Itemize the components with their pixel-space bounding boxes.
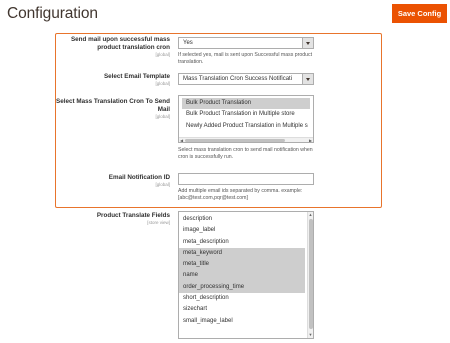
email-notification-label: Email Notification ID [global] [52,174,170,188]
translate-field-option[interactable]: name [179,270,305,282]
translate-field-option[interactable]: meta_keyword [179,247,305,260]
send-mail-label-text: Send mail upon successful mass product t… [70,36,170,51]
send-mail-select[interactable]: Yes [178,37,314,49]
page-title: Configuration [7,5,98,22]
cron-option[interactable]: Newly Added Product Translation in Multi… [182,121,310,132]
horizontal-scrollbar[interactable]: ◀ ▶ [179,137,313,142]
send-mail-scope: [global] [155,52,170,57]
translate-field-option[interactable]: order_processing_time [179,281,305,294]
scrollbar-thumb[interactable] [185,139,285,142]
translate-field-option[interactable]: image_label [179,225,305,236]
email-notification-note: Add multiple email ids separated by comm… [178,188,303,201]
translate-fields-multiselect[interactable]: description image_label meta_description… [178,211,314,339]
cron-select-scope: [global] [155,114,170,119]
cron-select-label: Select Mass Translation Cron To Send Mai… [52,98,170,120]
send-mail-value: Yes [183,40,193,46]
scroll-right-icon[interactable]: ▶ [308,138,313,142]
translate-field-option[interactable]: description [179,214,305,225]
email-template-scope: [global] [155,81,170,86]
translate-field-option[interactable]: sizechart [179,304,305,315]
scroll-up-icon[interactable]: ▲ [308,212,313,218]
send-mail-label: Send mail upon successful mass product t… [52,36,170,58]
email-notification-input[interactable] [178,173,314,185]
translate-field-option[interactable]: meta_description [179,237,305,248]
chevron-down-icon [302,74,313,84]
cron-multiselect[interactable]: Bulk Product Translation Bulk Product Tr… [178,95,314,143]
cron-option[interactable]: Bulk Product Translation [182,98,310,110]
scrollbar-thumb[interactable] [309,219,313,329]
translate-field-option[interactable]: short_description [179,293,305,304]
save-config-button[interactable]: Save Config [392,4,447,23]
translate-fields-scope: [store view] [147,220,170,225]
email-notification-label-text: Email Notification ID [108,174,170,181]
cron-select-note: Select mass translation cron to send mai… [178,147,313,160]
cron-select-label-text: Select Mass Translation Cron To Send Mai… [56,98,170,113]
scroll-left-icon[interactable]: ◀ [179,138,184,142]
email-template-select[interactable]: Mass Translation Cron Success Notificati [178,73,314,85]
email-notification-scope: [global] [155,182,170,187]
translate-fields-label-text: Product Translate Fields [96,212,170,219]
translate-fields-label: Product Translate Fields [store view] [52,212,170,226]
email-template-label: Select Email Template [global] [52,73,170,87]
email-template-label-text: Select Email Template [103,73,170,80]
vertical-scrollbar[interactable]: ▲ ▼ [307,212,313,338]
scroll-down-icon[interactable]: ▼ [308,332,313,338]
email-template-value: Mass Translation Cron Success Notificati [183,76,293,82]
translate-field-option[interactable]: small_image_label [179,316,305,327]
send-mail-note: If selected yes, mail is sent upon Succe… [178,52,313,65]
chevron-down-icon [302,38,313,48]
translate-field-option[interactable]: meta_title [179,259,305,271]
cron-option[interactable]: Bulk Product Translation in Multiple sto… [182,109,310,120]
